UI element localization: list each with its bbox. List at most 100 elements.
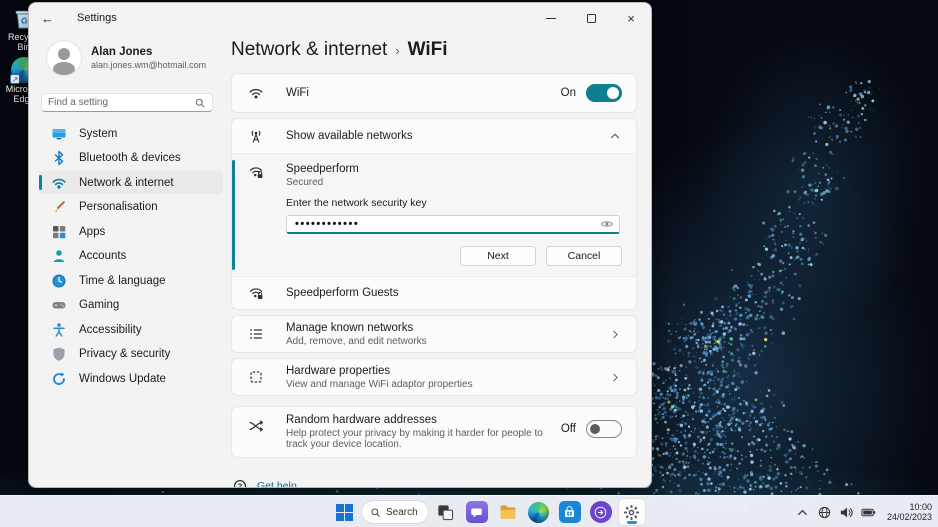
sidebar-item-apps[interactable]: Apps — [39, 220, 223, 243]
hardware-properties-row[interactable]: Hardware properties View and manage WiFi… — [232, 359, 636, 395]
network-buttons: Next Cancel — [248, 246, 622, 266]
footer-links: ? Get help Give feedback — [231, 478, 637, 488]
sidebar-item-accounts[interactable]: Accounts — [39, 245, 223, 268]
sidebar-item-accessibility[interactable]: Accessibility — [39, 318, 223, 341]
chevron-right-icon — [609, 328, 622, 341]
main-content: Network & internet › WiFi WiFi On — [231, 33, 651, 487]
windows-logo-icon — [336, 504, 353, 521]
store-button[interactable] — [557, 499, 583, 525]
row-subtitle: Add, remove, and edit networks — [286, 336, 599, 347]
apps-icon — [51, 224, 67, 240]
wifi-card: WiFi On — [231, 73, 637, 113]
wifi-row: WiFi On — [232, 74, 636, 112]
search-icon — [194, 97, 206, 109]
sidebar-item-label: Windows Update — [79, 373, 166, 385]
random-hw-state-label: Off — [561, 423, 576, 435]
store-icon — [559, 501, 581, 523]
taskbar-center: Search — [331, 496, 645, 527]
row-description: Help protect your privacy by making it h… — [286, 428, 551, 450]
sidebar-item-system[interactable]: System — [39, 122, 223, 145]
minimize-button[interactable] — [531, 3, 571, 33]
wifi-icon — [248, 85, 264, 101]
row-title: Random hardware addresses — [286, 414, 551, 426]
tray-clock[interactable]: 10:00 24/02/2023 — [883, 502, 932, 523]
wifi-icon — [51, 175, 67, 191]
taskbar-search[interactable]: Search — [362, 501, 428, 523]
person-icon — [51, 248, 67, 264]
app-button-purple[interactable] — [588, 499, 614, 525]
row-title: Hardware properties — [286, 365, 599, 377]
chat-icon — [466, 501, 488, 523]
wifi-toggle[interactable] — [586, 84, 622, 102]
breadcrumb: Network & internet › WiFi — [231, 39, 637, 61]
profile-email: alan.jones.wm@hotmail.com — [91, 60, 206, 70]
sidebar-item-network[interactable]: Network & internet — [39, 171, 223, 194]
window-title: Settings — [77, 12, 117, 24]
system-tray: 10:00 24/02/2023 — [795, 496, 932, 527]
search-placeholder: Find a setting — [48, 97, 194, 108]
task-view-icon — [436, 503, 455, 522]
tray-chevron-up-icon[interactable] — [795, 505, 810, 520]
tray-time: 10:00 — [887, 502, 932, 513]
manage-networks-card: Manage known networks Add, remove, and e… — [231, 315, 637, 353]
sidebar-item-bluetooth[interactable]: Bluetooth & devices — [39, 147, 223, 170]
sidebar-item-personalisation[interactable]: Personalisation — [39, 196, 223, 219]
random-hw-toggle[interactable] — [586, 420, 622, 438]
maximize-icon — [587, 14, 596, 23]
get-help-link[interactable]: ? Get help — [231, 478, 637, 488]
breadcrumb-parent[interactable]: Network & internet — [231, 39, 387, 61]
title-bar: ← Settings × — [29, 3, 651, 33]
purple-circle-arrow-icon — [590, 501, 612, 523]
manage-networks-row[interactable]: Manage known networks Add, remove, and e… — [232, 316, 636, 352]
password-field-wrap — [286, 214, 620, 234]
show-networks-row[interactable]: Show available networks — [232, 119, 636, 153]
next-button[interactable]: Next — [460, 246, 536, 266]
wifi-lock-icon — [248, 164, 264, 180]
available-networks-card: Show available networks Speedperform Sec… — [231, 118, 637, 310]
selected-network-panel: Speedperform Secured Enter the network s… — [232, 154, 636, 276]
clock-icon — [51, 273, 67, 289]
sidebar-item-label: System — [79, 128, 117, 140]
sidebar-nav: System Bluetooth & devices Network & int… — [39, 122, 223, 390]
volume-icon[interactable] — [839, 505, 854, 520]
close-button[interactable]: × — [611, 3, 651, 33]
cancel-button[interactable]: Cancel — [546, 246, 622, 266]
chevron-right-icon — [609, 371, 622, 384]
sidebar-item-label: Personalisation — [79, 201, 158, 213]
desktop: ♻ Recycle Bin ↗ Microsoft Edge ← Setting… — [0, 0, 938, 527]
back-button[interactable]: ← — [41, 11, 67, 26]
security-key-input[interactable] — [286, 215, 620, 234]
start-button[interactable] — [331, 499, 357, 525]
svg-text:?: ? — [238, 481, 243, 488]
update-icon — [51, 371, 67, 387]
reveal-password-icon[interactable] — [600, 217, 614, 231]
search-input[interactable]: Find a setting — [41, 93, 213, 112]
system-icon — [51, 126, 67, 142]
task-view-button[interactable] — [433, 499, 459, 525]
sidebar-item-privacy[interactable]: Privacy & security — [39, 343, 223, 366]
hardware-properties-card: Hardware properties View and manage WiFi… — [231, 358, 637, 396]
chat-button[interactable] — [464, 499, 490, 525]
link-label: Get help — [257, 480, 297, 489]
sidebar-item-time-language[interactable]: Time & language — [39, 269, 223, 292]
broadcast-tower-icon — [248, 128, 264, 144]
profile[interactable]: Alan Jones alan.jones.wm@hotmail.com — [39, 37, 223, 85]
wifi-label: WiFi — [286, 87, 551, 99]
battery-icon[interactable] — [861, 505, 876, 520]
window-controls: × — [531, 3, 651, 33]
breadcrumb-separator: › — [395, 43, 399, 58]
accessibility-icon — [51, 322, 67, 338]
settings-app-button[interactable] — [619, 499, 645, 525]
network-globe-icon[interactable] — [817, 505, 832, 520]
bluetooth-icon — [51, 150, 67, 166]
profile-name: Alan Jones — [91, 46, 206, 58]
sidebar-item-gaming[interactable]: Gaming — [39, 294, 223, 317]
sidebar-item-label: Gaming — [79, 299, 119, 311]
edge-button[interactable] — [526, 499, 552, 525]
security-key-prompt: Enter the network security key — [286, 197, 622, 209]
file-explorer-button[interactable] — [495, 499, 521, 525]
network-row-guests[interactable]: Speedperform Guests — [232, 277, 636, 309]
taskbar: Search — [0, 495, 938, 527]
sidebar-item-windows-update[interactable]: Windows Update — [39, 367, 223, 390]
maximize-button[interactable] — [571, 3, 611, 33]
